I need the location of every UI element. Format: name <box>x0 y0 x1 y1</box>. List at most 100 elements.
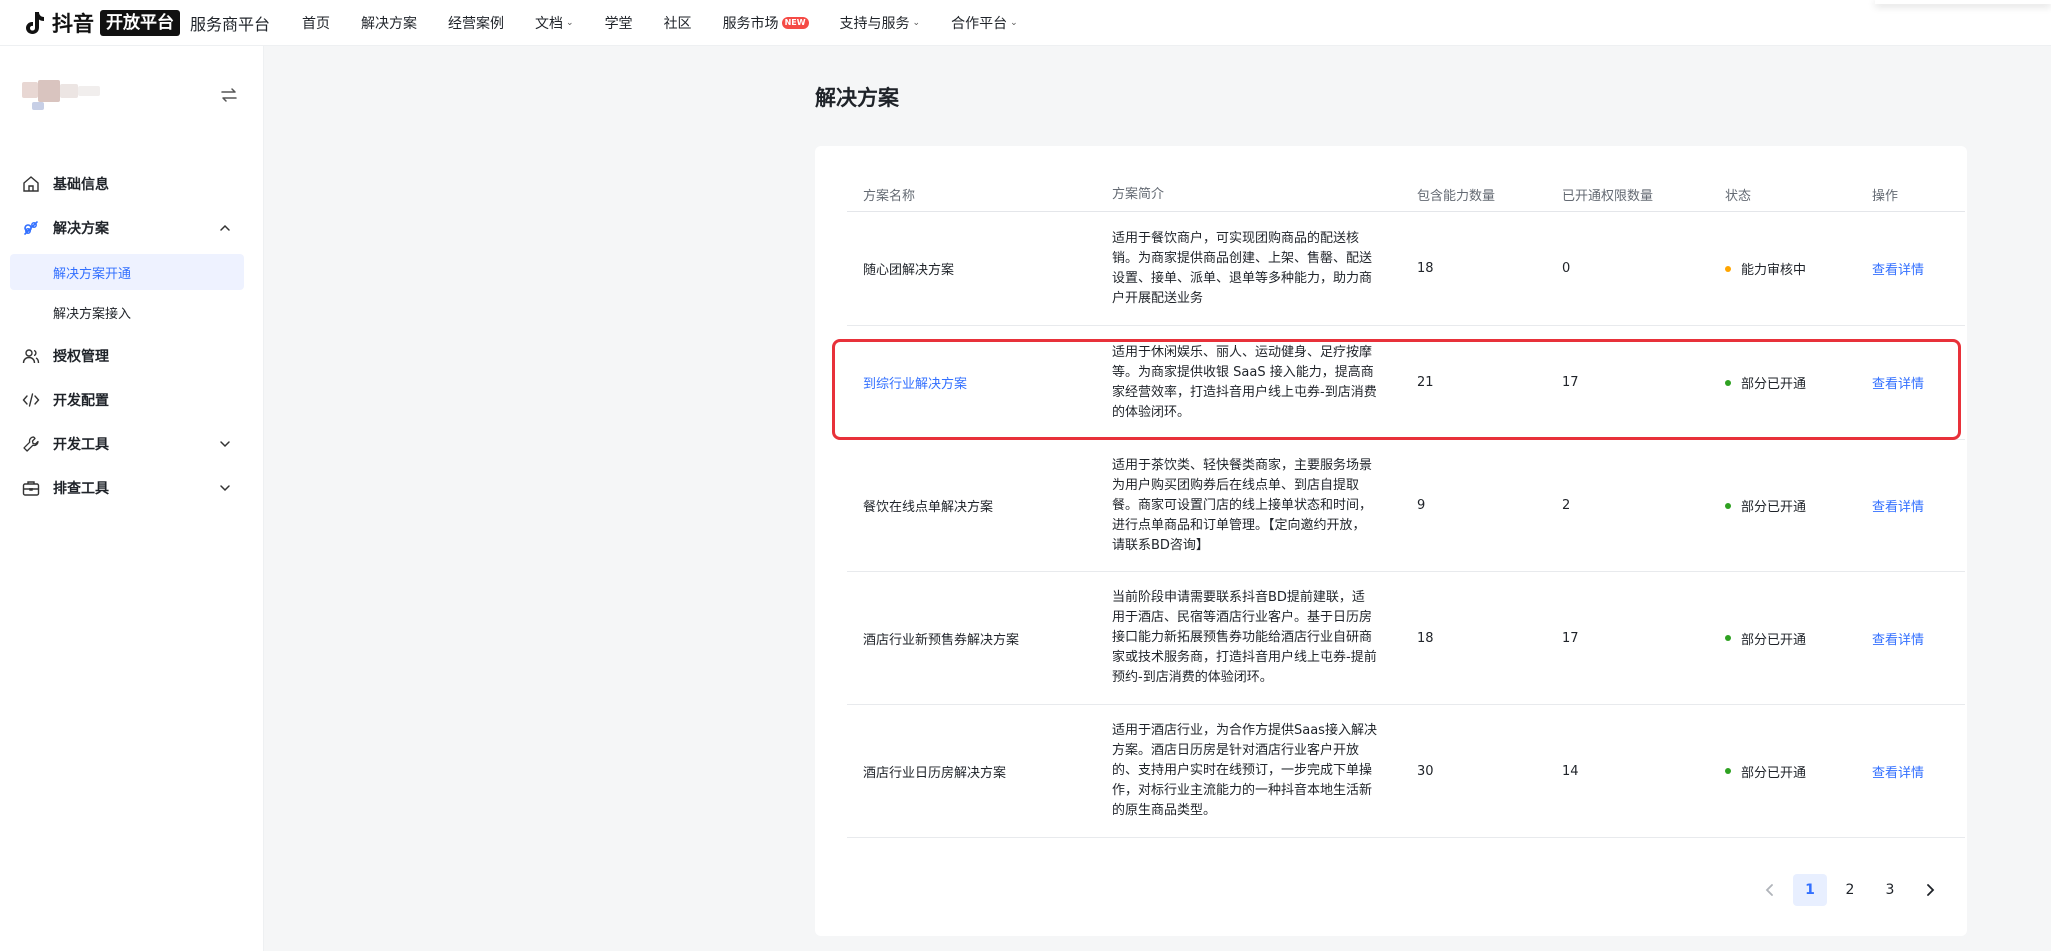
solution-desc: 适用于茶饮类、轻快餐类商家，主要服务场景为用户购买团购券后在线点单、到店自提取餐… <box>1112 457 1373 553</box>
ability-count: 30 <box>1417 763 1434 779</box>
ability-count: 18 <box>1417 261 1434 276</box>
status-badge: 部分已开通 <box>1709 496 1856 515</box>
status-badge: 部分已开通 <box>1709 373 1856 392</box>
column-header-name: 方案名称 <box>863 189 916 204</box>
nav-label: 经营案例 <box>448 15 505 32</box>
home-icon <box>22 175 40 193</box>
table-row: 餐饮在线点单解决方案 适用于茶饮类、轻快餐类商家，主要服务场景为用户购买团购券后… <box>847 440 1965 572</box>
sidebar-item-label: 基础信息 <box>53 177 109 193</box>
column-header-status: 状态 <box>1725 189 1752 204</box>
table-row: 随心团解决方案 适用于餐饮商户，可实现团购商品的配送核销。为商家提供商品创建、上… <box>847 212 1965 326</box>
solution-desc: 适用于休闲娱乐、丽人、运动健身、足疗按摩等。为商家提供收银 SaaS 接入能力，… <box>1112 344 1377 420</box>
page-3-button[interactable]: 3 <box>1873 874 1907 906</box>
pagination: 1 2 3 <box>1747 874 1947 906</box>
column-header-action: 操作 <box>1872 189 1899 204</box>
nav-support[interactable]: 支持与服务 ⌄ <box>840 13 921 33</box>
column-header-opened: 已开通权限数量 <box>1562 189 1654 204</box>
sidebar-item-basic-info[interactable]: 基础信息 <box>0 162 264 206</box>
page-2-button[interactable]: 2 <box>1833 874 1867 906</box>
status-text: 部分已开通 <box>1741 500 1807 515</box>
page-title: 解决方案 <box>815 86 899 110</box>
popup-edge <box>1875 0 2051 4</box>
sidebar-item-solutions[interactable]: 解决方案 <box>0 206 264 250</box>
view-details-link[interactable]: 查看详情 <box>1856 496 1965 515</box>
nav-label: 服务市场 <box>722 15 779 32</box>
status-text: 部分已开通 <box>1741 765 1807 781</box>
account-avatar-blurred[interactable] <box>18 80 108 112</box>
page-1-button[interactable]: 1 <box>1793 874 1827 906</box>
nav-partner[interactable]: 合作平台 ⌄ <box>951 13 1018 33</box>
code-icon <box>22 391 40 409</box>
chevron-down-icon: ⌄ <box>912 17 921 28</box>
main-nav: 首页 解决方案 经营案例 文档 ⌄ 学堂 社区 服务市场 NEW 支持与服务 ⌄ 合作… <box>302 13 1049 33</box>
sidebar-subitem-solution-activation[interactable]: 解决方案开通 <box>10 254 244 290</box>
table-row: 酒店行业新预售券解决方案 当前阶段申请需要联系抖音BD提前建联，适用于酒店、民宿… <box>847 572 1965 705</box>
sidebar-item-label: 开发配置 <box>53 393 109 409</box>
toolbox-icon <box>22 479 40 497</box>
users-icon <box>22 347 40 365</box>
douyin-open-platform-logo[interactable]: 抖音 开放平台 服务商平台 <box>22 8 270 38</box>
sidebar-item-dev-tools[interactable]: 开发工具 <box>0 422 264 466</box>
switch-account-icon[interactable] <box>220 86 238 104</box>
top-navigation-bar: 抖音 开放平台 服务商平台 首页 解决方案 经营案例 文档 ⌄ 学堂 社区 服务市… <box>0 0 2051 46</box>
nav-academy[interactable]: 学堂 <box>605 13 633 33</box>
next-page-button[interactable] <box>1913 874 1947 906</box>
status-dot <box>1725 635 1731 641</box>
wrench-icon <box>22 435 40 453</box>
sidebar: 基础信息 解决方案 解决方案开通 解决方案接入 授权管理 开发配置 开发工具 排… <box>0 46 264 951</box>
nav-home[interactable]: 首页 <box>302 13 330 33</box>
chevron-up-icon <box>218 221 232 235</box>
table-row: 酒店行业日历房解决方案 适用于酒店行业，为合作方提供Saas接入解决方案。酒店日… <box>847 705 1965 838</box>
sidebar-item-label: 授权管理 <box>53 349 109 365</box>
douyin-note-icon <box>22 10 48 36</box>
chevron-down-icon: ⌄ <box>1010 17 1018 28</box>
nav-label: 首页 <box>302 15 331 32</box>
nav-label: 支持与服务 <box>839 15 910 32</box>
table-row: 到综行业解决方案 适用于休闲娱乐、丽人、运动健身、足疗按摩等。为商家提供收银 S… <box>847 326 1965 440</box>
nav-community[interactable]: 社区 <box>664 13 692 33</box>
solution-icon <box>22 219 40 237</box>
ability-count: 9 <box>1417 498 1426 513</box>
column-header-desc: 方案简介 <box>1112 186 1165 202</box>
view-details-link[interactable]: 查看详情 <box>1856 629 1965 648</box>
solution-desc: 适用于餐饮商户，可实现团购商品的配送核销。为商家提供商品创建、上架、售罄、配送设… <box>1112 230 1373 306</box>
nav-label: 解决方案 <box>361 15 418 32</box>
nav-solutions[interactable]: 解决方案 <box>361 13 417 33</box>
solutions-table: 方案名称 方案简介 包含能力数量 已开通权限数量 状态 操作 随心团解决方案 适… <box>847 178 1965 838</box>
ability-count: 18 <box>1417 630 1434 646</box>
status-dot <box>1725 265 1731 272</box>
sidebar-item-troubleshoot-tools[interactable]: 排查工具 <box>0 466 264 510</box>
chevron-down-icon: ⌄ <box>566 17 574 28</box>
opened-count: 17 <box>1562 375 1579 390</box>
opened-count: 0 <box>1562 261 1571 276</box>
sidebar-item-label: 排查工具 <box>53 481 109 497</box>
view-details-link[interactable]: 查看详情 <box>1856 373 1965 392</box>
solution-name[interactable]: 到综行业解决方案 <box>847 373 1096 392</box>
sidebar-item-label: 开发工具 <box>53 437 109 453</box>
solution-name: 酒店行业新预售券解决方案 <box>863 632 1020 648</box>
opened-count: 2 <box>1562 498 1571 513</box>
solution-desc: 当前阶段申请需要联系抖音BD提前建联，适用于酒店、民宿等酒店行业客户。基于日历房… <box>1112 590 1377 685</box>
nav-cases[interactable]: 经营案例 <box>448 13 504 33</box>
nav-service-market[interactable]: 服务市场 NEW <box>723 13 809 33</box>
status-dot <box>1725 502 1731 509</box>
view-details-link[interactable]: 查看详情 <box>1856 762 1965 781</box>
status-badge: 部分已开通 <box>1709 629 1856 648</box>
sidebar-item-dev-config[interactable]: 开发配置 <box>0 378 264 422</box>
opened-count: 14 <box>1562 763 1579 779</box>
status-dot <box>1725 768 1731 774</box>
nav-label: 文档 <box>535 15 564 32</box>
nav-label: 合作平台 <box>951 15 1008 32</box>
logo-badge: 开放平台 <box>100 9 180 36</box>
nav-docs[interactable]: 文档 ⌄ <box>535 13 574 33</box>
sidebar-subitem-solution-integration[interactable]: 解决方案接入 <box>10 294 244 330</box>
status-badge: 能力审核中 <box>1709 259 1856 278</box>
status-badge: 部分已开通 <box>1709 762 1856 781</box>
status-text: 部分已开通 <box>1741 377 1807 392</box>
nav-label: 社区 <box>663 15 692 32</box>
solution-name: 餐饮在线点单解决方案 <box>863 500 994 515</box>
view-details-link[interactable]: 查看详情 <box>1856 259 1965 278</box>
prev-page-button[interactable] <box>1753 874 1787 906</box>
logo-text: 抖音 <box>52 11 94 36</box>
sidebar-item-authorization[interactable]: 授权管理 <box>0 334 264 378</box>
